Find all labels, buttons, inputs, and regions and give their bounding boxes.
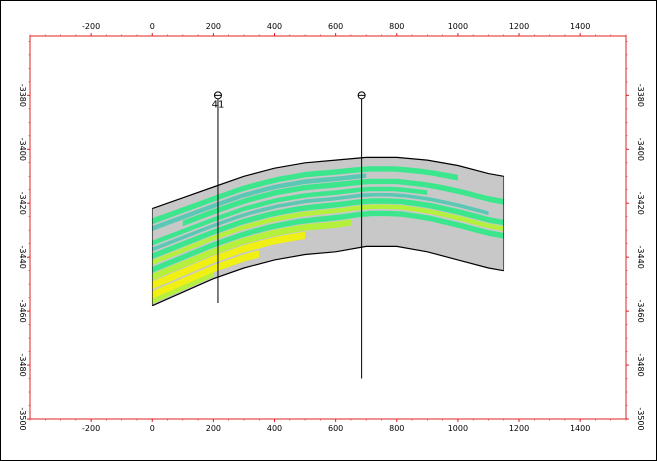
x-tick-label-top: -200 — [82, 22, 100, 31]
y-tick-label-left: -3460 — [18, 299, 27, 322]
x-tick-label-bottom: 600 — [328, 424, 343, 433]
x-tick-label-top: 1400 — [570, 22, 590, 31]
x-tick-label-top: 400 — [267, 22, 282, 31]
x-tick-label-top: 600 — [328, 22, 343, 31]
x-tick-label-top: 1200 — [509, 22, 529, 31]
x-tick-label-bottom: 0 — [150, 424, 155, 433]
y-tick-label-left: -3420 — [18, 192, 27, 215]
y-tick-label-right: -3480 — [636, 353, 645, 376]
well-label: 41 — [212, 99, 225, 110]
x-tick-label-top: 800 — [389, 22, 404, 31]
y-tick-label-left: -3400 — [18, 138, 27, 161]
x-tick-label-bottom: 800 — [389, 424, 404, 433]
y-tick-label-right: -3440 — [636, 246, 645, 269]
y-tick-label-left: -3380 — [18, 84, 27, 107]
y-tick-label-left: -3480 — [18, 353, 27, 376]
y-tick-label-left: -3440 — [18, 246, 27, 269]
y-tick-label-right: -3500 — [636, 407, 645, 430]
x-tick-label-bottom: -200 — [82, 424, 100, 433]
x-tick-label-bottom: 1000 — [448, 424, 468, 433]
y-tick-label-right: -3380 — [636, 84, 645, 107]
cross-section-chart: 41 -200 -200 0 0 200 200 400 400 600 600 800 800 100… — [18, 22, 645, 433]
facies-body — [151, 156, 505, 307]
x-tick-label-bottom: 400 — [267, 424, 282, 433]
x-tick-label-top: 1000 — [448, 22, 468, 31]
y-tick-label-right: -3420 — [636, 192, 645, 215]
x-tick-label-top: 200 — [206, 22, 221, 31]
y-tick-label-left: -3500 — [18, 407, 27, 430]
x-tick-label-bottom: 1200 — [509, 424, 529, 433]
x-tick-label-bottom: 200 — [206, 424, 221, 433]
y-tick-label-right: -3460 — [636, 299, 645, 322]
x-tick-label-bottom: 1400 — [570, 424, 590, 433]
y-tick-label-right: -3400 — [636, 138, 645, 161]
x-tick-label-top: 0 — [150, 22, 155, 31]
